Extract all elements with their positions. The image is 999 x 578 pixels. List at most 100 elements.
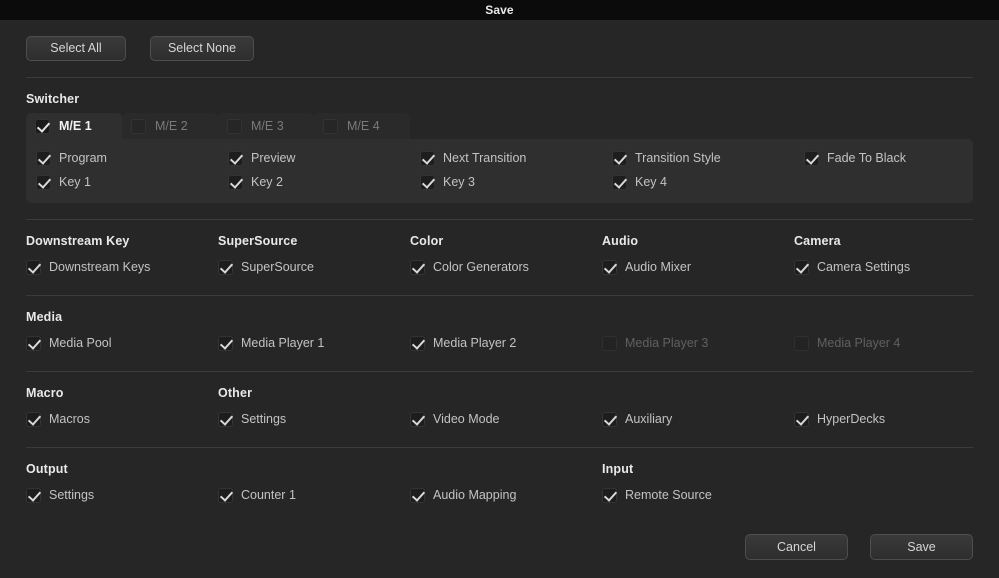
checkbox-hyperdecks[interactable]: HyperDecks	[794, 407, 986, 431]
tab-label: M/E 2	[155, 119, 188, 133]
checkbox-label: Audio Mapping	[433, 488, 516, 502]
checkbox-counter-1[interactable]: Counter 1	[218, 483, 410, 507]
heading-cell: SuperSource	[218, 234, 410, 248]
checkbox-macros[interactable]: Macros	[26, 407, 218, 431]
tab-m-e-4[interactable]: M/E 4	[314, 113, 410, 139]
checkbox-label: Key 3	[443, 175, 475, 189]
select-all-button[interactable]: Select All	[26, 36, 126, 61]
checkbox-label: Key 4	[635, 175, 667, 189]
switcher-row-1: Program Preview Next TransitionTransition …	[36, 146, 973, 170]
checkbox-label: Key 1	[59, 175, 91, 189]
checkbox-media-pool[interactable]: Media Pool	[26, 331, 218, 355]
checkbox-supersource[interactable]: SuperSource	[218, 255, 410, 279]
section-checkbox-row: Macros Settings Video Mode Auxiliary HyperDe…	[26, 407, 973, 431]
section: MacroOtherMacrosSettingsVideo ModeAuxili…	[26, 372, 973, 431]
checkbox-media-player-2[interactable]: Media Player 2	[410, 331, 602, 355]
checkmark-icon	[218, 488, 233, 503]
checkbox-label: Downstream Keys	[49, 260, 150, 274]
checkbox-cell: Color Generators	[410, 255, 602, 279]
heading-cell: Downstream Key	[26, 234, 218, 248]
section-heading-row: OutputInput	[26, 462, 973, 476]
checkbox-cell: Media Player 3	[602, 331, 794, 355]
checkmark-icon	[420, 151, 435, 166]
checkbox-cell: Key 2	[228, 170, 420, 194]
checkbox-camera-settings[interactable]: Camera Settings	[794, 255, 986, 279]
checkbox-cell	[794, 483, 986, 507]
tab-m-e-3[interactable]: M/E 3	[218, 113, 314, 139]
title-bar: Save	[0, 0, 999, 20]
checkbox-audio-mapping[interactable]: Audio Mapping	[410, 483, 602, 507]
checkbox-label: Settings	[49, 488, 94, 502]
heading-cell: Switcher	[26, 92, 218, 106]
checkbox-label: Media Pool	[49, 336, 112, 350]
checkbox-cell: Audio Mapping	[410, 483, 602, 507]
checkbox-cell: Media Player 2	[410, 331, 602, 355]
checkbox-label: Preview	[251, 151, 295, 165]
checkbox-remote-source[interactable]: Remote Source	[602, 483, 794, 507]
checkbox-next-transition[interactable]: Next Transition	[420, 146, 612, 170]
me-tab-panel: Program Preview Next TransitionTransition …	[26, 139, 973, 203]
checkbox-cell: Settings	[218, 407, 410, 431]
checkbox-preview[interactable]: Preview	[228, 146, 420, 170]
checkbox-key-2[interactable]: Key 2	[228, 170, 420, 194]
checkbox-label: Media Player 3	[625, 336, 708, 350]
checkbox-settings[interactable]: Settings	[26, 483, 218, 507]
checkbox-key-1[interactable]: Key 1	[36, 170, 228, 194]
heading-cell: Input	[602, 462, 794, 476]
section-checkbox-row: Media Pool Media Player 1 Media Player 2 Me…	[26, 331, 973, 355]
tab-m-e-2[interactable]: M/E 2	[122, 113, 218, 139]
section: OutputInput Settings Counter 1 Audio Mappin…	[26, 448, 973, 507]
checkbox-audio-mixer[interactable]: Audio Mixer	[602, 255, 794, 279]
checkmark-icon	[612, 175, 627, 190]
checkmark-icon	[794, 412, 809, 427]
checkbox-media-player-1[interactable]: Media Player 1	[218, 331, 410, 355]
checkbox-label: Program	[59, 151, 107, 165]
checkbox-program[interactable]: Program	[36, 146, 228, 170]
checkbox-color-generators[interactable]: Color Generators	[410, 255, 602, 279]
checkbox-label: HyperDecks	[817, 412, 885, 426]
checkbox-cell: SuperSource	[218, 255, 410, 279]
checkbox-key-4[interactable]: Key 4	[612, 170, 804, 194]
section-title: Audio	[602, 234, 794, 248]
switcher-section: Switcher M/E 1 M/E 2 M/E 3 M/E 4 Program Pre…	[26, 78, 973, 203]
checkbox-cell: Media Pool	[26, 331, 218, 355]
checkbox-cell: Counter 1	[218, 483, 410, 507]
checkbox-video-mode[interactable]: Video Mode	[410, 407, 602, 431]
checkbox-auxiliary[interactable]: Auxiliary	[602, 407, 794, 431]
checkbox-cell: Program	[36, 146, 228, 170]
heading-cell: Media	[26, 310, 218, 324]
checkbox-cell: Key 4	[612, 170, 804, 194]
tab-label: M/E 3	[251, 119, 284, 133]
checkbox-downstream-keys[interactable]: Downstream Keys	[26, 255, 218, 279]
section-title: Input	[602, 462, 794, 476]
heading-cell	[218, 462, 410, 476]
checkmark-icon	[26, 488, 41, 503]
section-checkbox-row: Downstream Keys SuperSource Color Generato…	[26, 255, 973, 279]
empty-checkbox-icon	[602, 336, 617, 351]
save-button[interactable]: Save	[870, 534, 973, 560]
checkbox-settings[interactable]: Settings	[218, 407, 410, 431]
save-dialog: Select All Select None Switcher M/E 1M/E…	[0, 20, 999, 578]
section-heading-row: Media	[26, 310, 973, 324]
select-none-button[interactable]: Select None	[150, 36, 254, 61]
checkbox-transition-style[interactable]: Transition Style	[612, 146, 804, 170]
cancel-button[interactable]: Cancel	[745, 534, 848, 560]
checkbox-cell: Preview	[228, 146, 420, 170]
checkbox-fade-to-black[interactable]: Fade To Black	[804, 146, 996, 170]
tab-m-e-1[interactable]: M/E 1	[26, 113, 122, 139]
checkbox-label: Video Mode	[433, 412, 500, 426]
heading-cell: Macro	[26, 386, 218, 400]
dialog-footer: Cancel Save	[745, 534, 973, 560]
checkbox-cell: Fade To Black	[804, 146, 996, 170]
me-tab-list: M/E 1 M/E 2 M/E 3 M/E 4	[26, 113, 973, 139]
empty-checkbox-icon	[131, 119, 146, 134]
heading-cell: Color	[410, 234, 602, 248]
checkbox-label: Color Generators	[433, 260, 529, 274]
empty-checkbox-icon	[323, 119, 338, 134]
checkbox-label: SuperSource	[241, 260, 314, 274]
checkbox-label: Media Player 2	[433, 336, 516, 350]
checkmark-icon	[794, 260, 809, 275]
checkbox-label: Macros	[49, 412, 90, 426]
checkmark-icon	[410, 336, 425, 351]
checkbox-key-3[interactable]: Key 3	[420, 170, 612, 194]
